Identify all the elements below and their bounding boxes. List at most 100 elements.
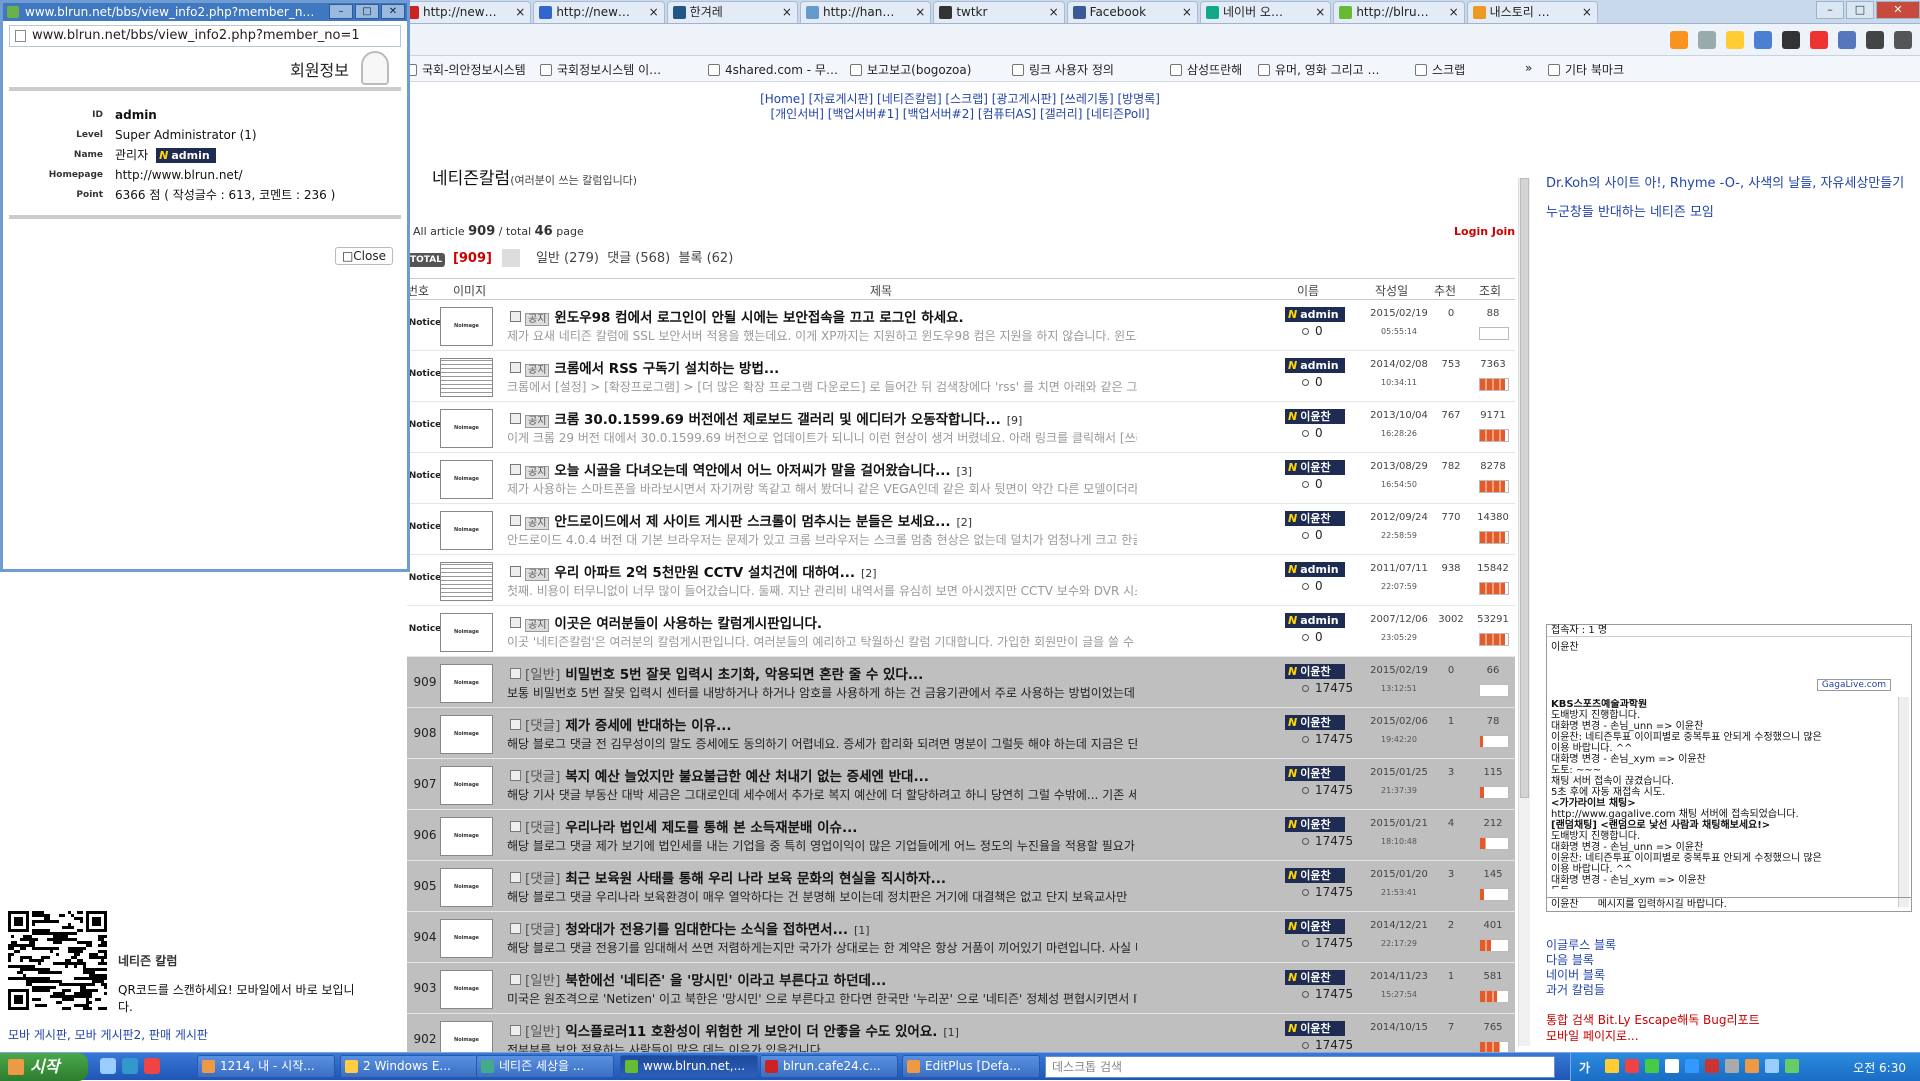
browser-tab[interactable]: 내스토리 … × [1466, 1, 1598, 23]
bookmark-item[interactable]: 스크랩 [1415, 61, 1465, 78]
bookmark-item[interactable]: 국회-의안정보시스템 [405, 61, 526, 78]
row-thumbnail[interactable]: Noimage [440, 460, 493, 499]
row-thumbnail[interactable]: Noimage [440, 664, 493, 703]
total-badge[interactable]: TOTAL [407, 253, 445, 267]
clock[interactable]: 오전 6:30 [1853, 1059, 1906, 1076]
popup-maximize-button[interactable]: □ [355, 4, 379, 19]
table-row[interactable]: 909 Noimage [일반] 비밀번호 5번 잘못 입력시 초기화, 악용되면 혼… [407, 657, 1515, 708]
extra-link[interactable]: 통합 검색 Bit.Ly Escape해독 Bug리포트 [1546, 1012, 1760, 1028]
wrench-icon[interactable] [1698, 31, 1716, 49]
tray-icon[interactable] [1665, 1059, 1679, 1073]
author-badge[interactable]: N 이윤찬 [1285, 766, 1345, 781]
tray-icon[interactable] [1685, 1059, 1699, 1073]
tab-close-icon[interactable]: × [1315, 2, 1325, 22]
quicklaunch-icon[interactable] [100, 1058, 116, 1074]
row-thumbnail[interactable]: Noimage [440, 307, 493, 346]
popup-close-button[interactable]: ✕ [381, 4, 405, 19]
extension-icon[interactable] [1866, 31, 1884, 49]
row-thumbnail[interactable]: Noimage [440, 409, 493, 448]
row-thumbnail[interactable]: Noimage [440, 919, 493, 958]
row-title[interactable]: 공지 안드로이드에서 제 사이트 게시판 스크롤이 멈추시는 분들은 보세요...… [510, 510, 1150, 530]
board-links[interactable]: 모바 게시판, 모바 게시판2, 판매 게시판 [8, 1026, 208, 1043]
category-blog[interactable]: 블록 (62) [679, 251, 734, 266]
taskbar-item[interactable]: EditPlus [Defa... [902, 1055, 1040, 1078]
category-reply[interactable]: 댓글 (568) [607, 251, 670, 266]
table-row[interactable]: Notice Noimage 공지 안드로이드에서 제 사이트 게시판 스크롤이 멈추… [407, 504, 1515, 555]
author-badge[interactable]: Nadmin [1285, 307, 1345, 322]
quicklaunch-icon[interactable] [144, 1058, 160, 1074]
bookmark-item[interactable]: 링크 사용자 정의 [1012, 61, 1114, 78]
blog-link[interactable]: 다음 블록 [1546, 953, 1616, 968]
tab-close-icon[interactable]: × [1182, 2, 1192, 22]
taskbar-item[interactable]: 2 Windows E... [340, 1055, 478, 1078]
gagalive-link[interactable]: GagaLive.com [1816, 679, 1891, 691]
row-title[interactable]: [댓글] 제가 증세에 반대하는 이유... [510, 714, 1150, 734]
browser-tab[interactable]: 한겨레 × [666, 1, 798, 23]
browser-tab[interactable]: http://new… × [533, 1, 665, 23]
row-title[interactable]: [댓글] 최근 보육원 사태를 통해 우리 나라 보육 문화의 현실을 직시하자.… [510, 867, 1150, 887]
page-scrollbar[interactable] [1518, 178, 1530, 1046]
total-count[interactable]: [909] [453, 251, 492, 266]
tray-icon[interactable] [1745, 1059, 1759, 1073]
star-icon[interactable] [1726, 31, 1744, 49]
table-row[interactable]: 904 Noimage [댓글] 청와대가 전용기를 임대한다는 소식을 접하면서..… [407, 912, 1515, 963]
tab-close-icon[interactable]: × [649, 2, 659, 22]
table-row[interactable]: Notice Noimage 공지 이곳은 여러분들이 사용하는 칼럼게시판입니다. 이… [407, 606, 1515, 657]
browser-tab[interactable]: twtkr × [933, 1, 1065, 23]
tab-close-icon[interactable]: × [782, 2, 792, 22]
extension-icon[interactable] [1838, 31, 1856, 49]
tab-close-icon[interactable]: × [1582, 2, 1592, 22]
row-thumbnail[interactable]: Noimage [440, 970, 493, 1009]
author-badge[interactable]: Nadmin [1285, 613, 1345, 628]
tray-icon[interactable] [1705, 1059, 1719, 1073]
author-badge[interactable]: N 이윤찬 [1285, 868, 1345, 883]
author-badge[interactable]: N 이윤찬 [1285, 970, 1345, 985]
browser-tab[interactable]: http://new… × [400, 1, 532, 23]
blog-link[interactable]: 네이버 블록 [1546, 968, 1616, 983]
row-title[interactable]: [일반] 익스플로러11 호환성이 위험한 게 보안이 더 안좋을 수도 있어요.… [510, 1020, 1150, 1040]
row-thumbnail[interactable]: Noimage [440, 868, 493, 907]
author-badge[interactable]: N 이윤찬 [1285, 409, 1345, 424]
bookmark-item[interactable]: 삼성뜨란해 [1170, 61, 1242, 78]
tab-close-icon[interactable]: × [1049, 2, 1059, 22]
table-row[interactable]: 908 Noimage [댓글] 제가 증세에 반대하는 이유... 해당 블로그 댓글… [407, 708, 1515, 759]
bookmark-item[interactable]: 기타 북마크 [1548, 61, 1624, 78]
row-title[interactable]: 공지 우리 아파트 2억 5천만원 CCTV 설치건에 대하여... [2] [510, 561, 1150, 581]
tab-close-icon[interactable]: × [915, 2, 925, 22]
tray-icon[interactable] [1725, 1059, 1739, 1073]
table-row[interactable]: Notice 공지 크롬에서 RSS 구독기 설치하는 방법... 크롬에서 [설정]… [407, 351, 1515, 402]
table-row[interactable]: Notice 공지 우리 아파트 2억 5천만원 CCTV 설치건에 대하여... [… [407, 555, 1515, 606]
start-button[interactable]: 시작 [0, 1053, 88, 1081]
row-title[interactable]: 공지 윈도우98 컴에서 로그인이 안될 시에는 보안접속을 끄고 로그인 하세요… [510, 306, 1150, 326]
browser-tab[interactable]: 네이버 오… × [1200, 1, 1332, 23]
author-badge[interactable]: N 이윤찬 [1285, 511, 1345, 526]
row-thumbnail[interactable]: Noimage [440, 613, 493, 652]
row-title[interactable]: 공지 오늘 시골을 다녀오는데 역안에서 어느 아저씨가 말을 걸어왔습니다...… [510, 459, 1150, 479]
browser-tab[interactable]: Facebook × [1066, 1, 1198, 23]
popup-address-bar[interactable]: www.blrun.net/bbs/view_info2.php?member_… [9, 25, 401, 47]
row-thumbnail[interactable] [440, 358, 493, 397]
speaker-icon[interactable] [1765, 1059, 1779, 1073]
table-row[interactable]: 905 Noimage [댓글] 최근 보육원 사태를 통해 우리 나라 보육 문화의… [407, 861, 1515, 912]
extension-icon[interactable] [1754, 31, 1772, 49]
scrollbar-thumb[interactable] [1520, 178, 1529, 798]
row-title[interactable]: [일반] 북한에선 '네티즌' 을 '망시민' 이라고 부른다고 하던데... [510, 969, 1150, 989]
login-link[interactable]: Login [1454, 225, 1488, 238]
bookmark-item[interactable]: 유머, 영화 그리고 … [1258, 61, 1380, 78]
menu-line-1[interactable]: [Home] [자료게시판] [네티즌칼럼] [스크랩] [광고게시판] [쓰레… [745, 92, 1175, 107]
table-row[interactable]: Notice Noimage 공지 오늘 시골을 다녀오는데 역안에서 어느 아저씨가… [407, 453, 1515, 504]
taskbar-item[interactable]: 1214, 내 - 시작... [197, 1055, 335, 1078]
row-title[interactable]: [댓글] 우리나라 법인세 제도를 통해 본 소득재분배 이슈... [510, 816, 1150, 836]
network-icon[interactable] [1785, 1059, 1799, 1073]
browser-tab[interactable]: http://han… × [800, 1, 932, 23]
menu-line-2[interactable]: [개인서버] [백업서버#1] [백업서버#2] [컴퓨터AS] [갤러리] [… [745, 107, 1175, 122]
menu-icon[interactable] [1894, 31, 1912, 49]
ime-indicator[interactable]: 가 [1579, 1059, 1593, 1075]
extension-icon[interactable] [1810, 31, 1828, 49]
minimize-button[interactable]: – [1816, 1, 1844, 19]
extension-icon[interactable] [1782, 31, 1800, 49]
sidebar-links-1[interactable]: Dr.Koh의 사이트 아!, Rhyme -O-, 사색의 날들, 자유세상만… [1546, 172, 1904, 191]
taskbar-item[interactable]: www.blrun.net,... [620, 1055, 758, 1078]
row-title[interactable]: 공지 크롬 30.0.1599.69 버전에선 제로보드 갤러리 및 에디터가 오… [510, 408, 1150, 428]
popup-minimize-button[interactable]: – [329, 4, 353, 19]
